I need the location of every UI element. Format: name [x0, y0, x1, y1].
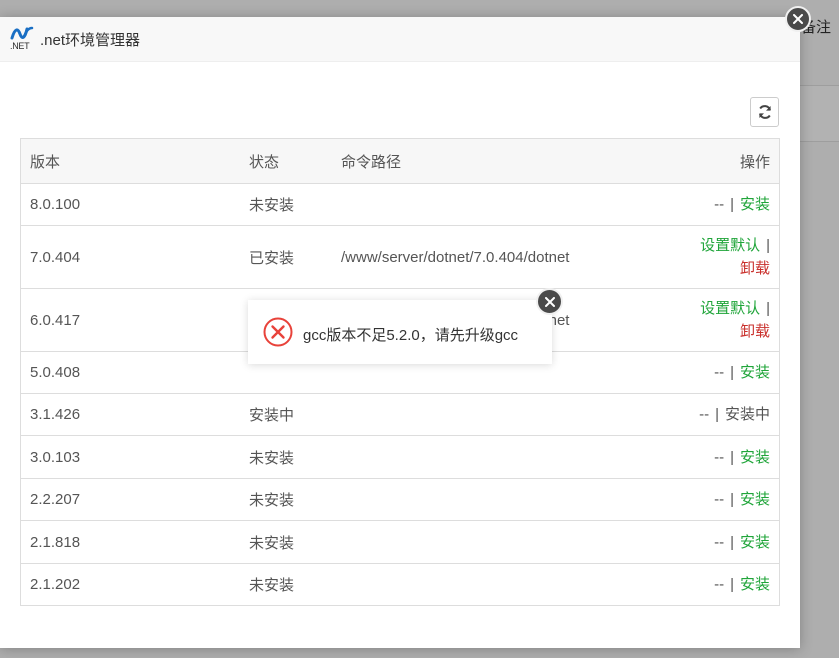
refresh-icon	[758, 105, 771, 119]
cell-status: 已安装	[248, 225, 340, 289]
ops-separator: |	[730, 576, 734, 593]
cell-ops: -- | 安装	[659, 520, 780, 564]
cell-ops: -- | 安装	[659, 183, 780, 226]
header-path: 命令路径	[340, 138, 659, 184]
table-row: 2.1.202 未安装 -- | 安装	[20, 563, 780, 606]
ops-separator: |	[766, 237, 770, 254]
install-link[interactable]: 安装	[740, 449, 770, 466]
uninstall-link[interactable]: 卸载	[740, 260, 770, 277]
cell-version: 2.1.818	[20, 520, 248, 564]
cell-path: /www/server/dotnet/7.0.404/dotnet	[340, 225, 659, 289]
cell-ops: -- | 安装	[659, 563, 780, 606]
error-icon	[263, 317, 293, 347]
cell-status: 未安装	[248, 520, 340, 564]
version-table: 版本 状态 命令路径 操作 8.0.100 未安装 -- | 安装 7.0.404 已安装 /…	[20, 138, 780, 606]
cell-path	[340, 478, 659, 521]
install-link[interactable]: 安装	[740, 534, 770, 551]
ops-placeholder: --	[714, 364, 725, 381]
table-row: 3.1.426 安装中 -- | 安装中	[20, 393, 780, 436]
set-default-link[interactable]: 设置默认	[700, 300, 760, 317]
cell-ops: 设置默认 | 卸载	[659, 225, 780, 289]
toast-close-button[interactable]	[536, 288, 563, 315]
cell-ops: -- | 安装	[659, 435, 780, 479]
ops-separator: |	[730, 196, 734, 213]
refresh-button[interactable]	[750, 97, 779, 127]
header-ops: 操作	[659, 138, 780, 184]
cell-version: 3.1.426	[20, 393, 248, 436]
cell-version: 5.0.408	[20, 351, 248, 394]
table-header-row: 版本 状态 命令路径 操作	[20, 138, 780, 184]
ops-separator: |	[730, 491, 734, 508]
cell-status: 未安装	[248, 435, 340, 479]
ops-placeholder: --	[714, 576, 725, 593]
ops-placeholder: --	[699, 406, 710, 423]
cell-status: 未安装	[248, 183, 340, 226]
cell-ops: 设置默认 | 卸载	[659, 288, 780, 352]
ops-separator: |	[766, 300, 770, 317]
table-row: 3.0.103 未安装 -- | 安装	[20, 435, 780, 479]
cell-path	[340, 520, 659, 564]
set-default-link[interactable]: 设置默认	[700, 237, 760, 254]
ops-separator: |	[730, 533, 734, 551]
close-icon	[544, 296, 555, 307]
ops-placeholder: --	[714, 448, 725, 466]
cell-status: 未安装	[248, 563, 340, 606]
table-body: 8.0.100 未安装 -- | 安装 7.0.404 已安装/www/server/dot…	[20, 183, 780, 606]
header-version: 版本	[20, 138, 248, 184]
cell-version: 7.0.404	[20, 225, 248, 289]
toast-message: gcc版本不足5.2.0，请先升级gcc	[303, 327, 519, 344]
uninstall-link[interactable]: 卸载	[740, 323, 770, 340]
table-row: 2.2.207 未安装 -- | 安装	[20, 478, 780, 521]
ops-separator: |	[730, 448, 734, 466]
ops-separator: |	[730, 364, 734, 381]
installing-label: 安装中	[724, 406, 770, 423]
header-status: 状态	[248, 138, 340, 184]
ops-separator: |	[715, 406, 719, 423]
cell-path	[340, 183, 659, 226]
cell-version: 6.0.417	[20, 288, 248, 352]
table-row: 2.1.818 未安装 -- | 安装	[20, 520, 780, 564]
cell-version: 2.2.207	[20, 478, 248, 521]
install-link[interactable]: 安装	[740, 364, 770, 381]
cell-path	[340, 435, 659, 479]
cell-ops: -- | 安装	[659, 351, 780, 394]
table-row: 7.0.404 已安装/www/server/dotnet/7.0.404/dot…	[20, 225, 780, 289]
logo-text: .NET	[10, 41, 30, 51]
install-link[interactable]: 安装	[740, 196, 770, 213]
dialog-header: .NET .net环境管理器	[0, 17, 800, 62]
cell-status: 安装中	[248, 393, 340, 436]
cell-path	[340, 393, 659, 436]
cell-path	[340, 563, 659, 606]
cell-ops: -- | 安装	[659, 478, 780, 521]
cell-version: 2.1.202	[20, 563, 248, 606]
error-toast: gcc版本不足5.2.0，请先升级gcc	[248, 288, 563, 364]
install-link[interactable]: 安装	[740, 576, 770, 593]
cell-version: 3.0.103	[20, 435, 248, 479]
dialog-title: .net环境管理器	[40, 32, 141, 49]
ops-placeholder: --	[714, 196, 725, 213]
ops-placeholder: --	[714, 491, 725, 508]
cell-ops: -- | 安装中	[659, 393, 780, 436]
install-link[interactable]: 安装	[740, 491, 770, 508]
dialog-close-button[interactable]	[785, 6, 811, 32]
cell-version: 8.0.100	[20, 183, 248, 226]
ops-placeholder: --	[714, 533, 725, 551]
cell-status: 未安装	[248, 478, 340, 521]
dotnet-logo-icon: .NET	[10, 25, 36, 53]
table-row: 8.0.100 未安装 -- | 安装	[20, 183, 780, 226]
close-icon	[793, 14, 803, 24]
